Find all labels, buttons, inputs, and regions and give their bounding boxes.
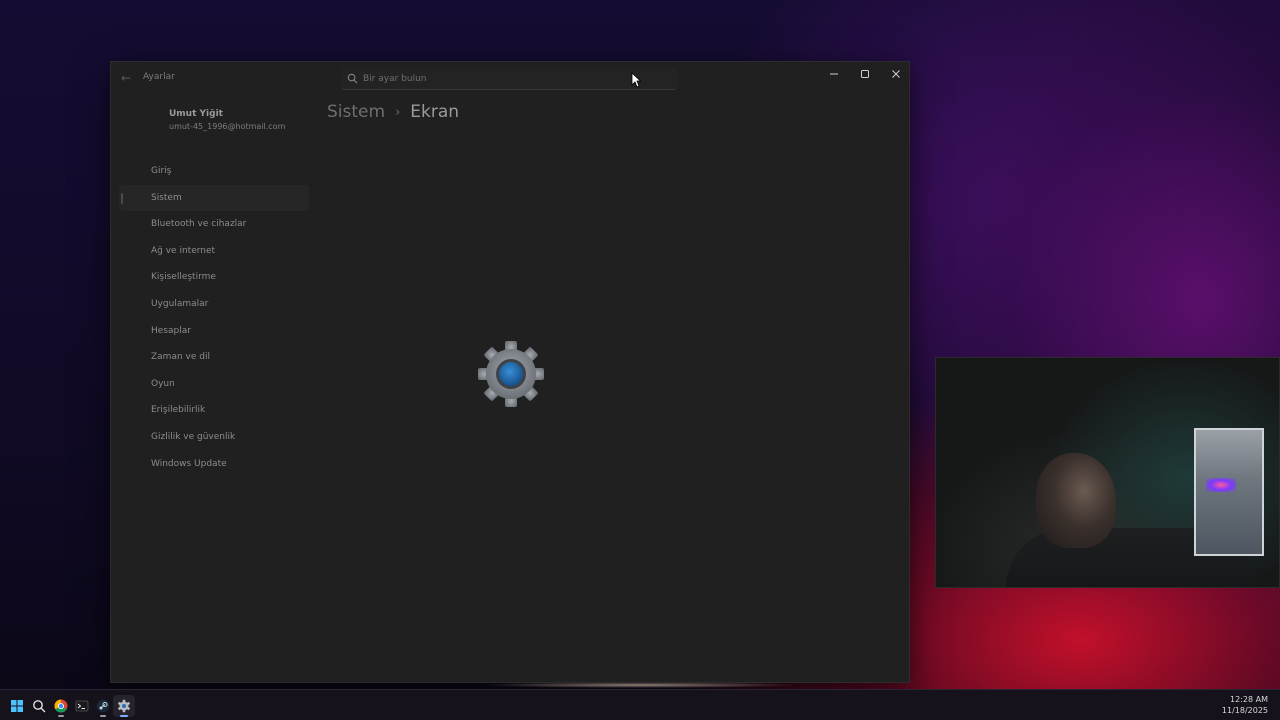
close-icon (891, 70, 900, 78)
sidebar-item-accounts[interactable]: Hesaplar (119, 318, 309, 345)
steam-icon (96, 699, 110, 713)
taskbar-settings-button[interactable] (113, 695, 135, 717)
sidebar-item-label: Bluetooth ve cihazlar (151, 219, 247, 230)
taskbar-search-button[interactable] (28, 695, 50, 717)
taskbar-steam-button[interactable] (92, 695, 114, 717)
sidebar-item-personalization[interactable]: Kişiselleştirme (119, 264, 309, 291)
profile-name: Umut Yiğit (169, 109, 223, 119)
page-title: Ekran (410, 102, 460, 122)
settings-window: ← Ayarlar Umut Yiğit umut-45_1996@hotmai… (110, 61, 910, 683)
app-title: Ayarlar (143, 72, 175, 82)
search-icon (33, 700, 46, 713)
running-indicator (100, 715, 106, 717)
sidebar-item-accessibility[interactable]: Erişilebilirlik (119, 397, 309, 424)
sidebar-item-label: Erişilebilirlik (151, 405, 206, 416)
maximize-button[interactable] (849, 62, 880, 86)
sidebar-item-label: Oyun (151, 378, 175, 389)
sidebar-item-sistem[interactable]: Sistem (119, 184, 309, 212)
breadcrumb-separator: › (395, 104, 401, 120)
taskbar: 12:28 AM 11/18/2025 (0, 689, 1280, 720)
minimize-button[interactable] (818, 62, 849, 86)
active-indicator (120, 715, 128, 717)
sidebar-item-privacy[interactable]: Gizlilik ve güvenlik (119, 424, 309, 451)
start-button[interactable] (6, 695, 28, 717)
close-button[interactable] (880, 62, 911, 86)
profile-email: umut-45_1996@hotmail.com (169, 122, 286, 131)
sidebar-nav: Giriş Sistem Bluetooth ve cihazlar Ağ ve… (119, 158, 309, 477)
breadcrumb: Sistem › Ekran (327, 102, 459, 122)
sidebar-item-gaming[interactable]: Oyun (119, 371, 309, 398)
taskbar-terminal-button[interactable] (71, 695, 93, 717)
minimize-icon (829, 73, 838, 75)
sidebar-item-network[interactable]: Ağ ve internet (119, 238, 309, 265)
windows-start-icon (11, 700, 23, 712)
sidebar-item-windows-update[interactable]: Windows Update (119, 451, 309, 478)
sidebar-item-label: Gizlilik ve güvenlik (151, 431, 236, 442)
search-box[interactable] (341, 68, 677, 90)
settings-gear-loading-icon (478, 341, 544, 407)
sidebar-item-label: Uygulamalar (151, 298, 209, 309)
sidebar-item-bluetooth[interactable]: Bluetooth ve cihazlar (119, 211, 309, 238)
sidebar-item-apps[interactable]: Uygulamalar (119, 291, 309, 318)
back-arrow-icon[interactable]: ← (121, 71, 135, 85)
restore-icon (860, 70, 869, 78)
clock-time: 12:28 AM (1230, 695, 1268, 704)
clock-date: 11/18/2025 (1221, 706, 1268, 715)
title-bar[interactable]: ← Ayarlar (111, 62, 909, 94)
sidebar-item-label: Ağ ve internet (151, 245, 216, 256)
terminal-icon (75, 700, 89, 712)
user-profile[interactable]: Umut Yiğit umut-45_1996@hotmail.com (169, 109, 285, 131)
running-indicator (58, 715, 64, 717)
sidebar-item-label: Kişiselleştirme (151, 272, 216, 283)
webcam-overlay (935, 357, 1280, 588)
sidebar-item-label: Hesaplar (151, 325, 191, 336)
sidebar-item-label: Giriş (151, 166, 172, 176)
sidebar-item-label: Sistem (151, 192, 182, 203)
webcam-background-monitor (1194, 428, 1264, 556)
settings-icon (118, 699, 130, 713)
sidebar-item-time-language[interactable]: Zaman ve dil (119, 344, 309, 371)
search-icon (347, 73, 358, 84)
sidebar-item-giris[interactable]: Giriş (119, 158, 309, 185)
selection-indicator (121, 192, 123, 204)
sidebar-item-label: Zaman ve dil (151, 352, 210, 363)
sidebar-item-label: Windows Update (151, 458, 227, 469)
taskbar-chrome-button[interactable] (50, 695, 72, 717)
search-input[interactable] (363, 71, 663, 87)
system-clock[interactable]: 12:28 AM 11/18/2025 (1222, 694, 1268, 716)
chrome-icon (54, 699, 68, 713)
webcam-person-head (1036, 453, 1116, 548)
breadcrumb-parent[interactable]: Sistem (327, 102, 385, 122)
webcam-monitor-glow (1206, 478, 1236, 492)
mouse-cursor-icon (631, 72, 641, 88)
